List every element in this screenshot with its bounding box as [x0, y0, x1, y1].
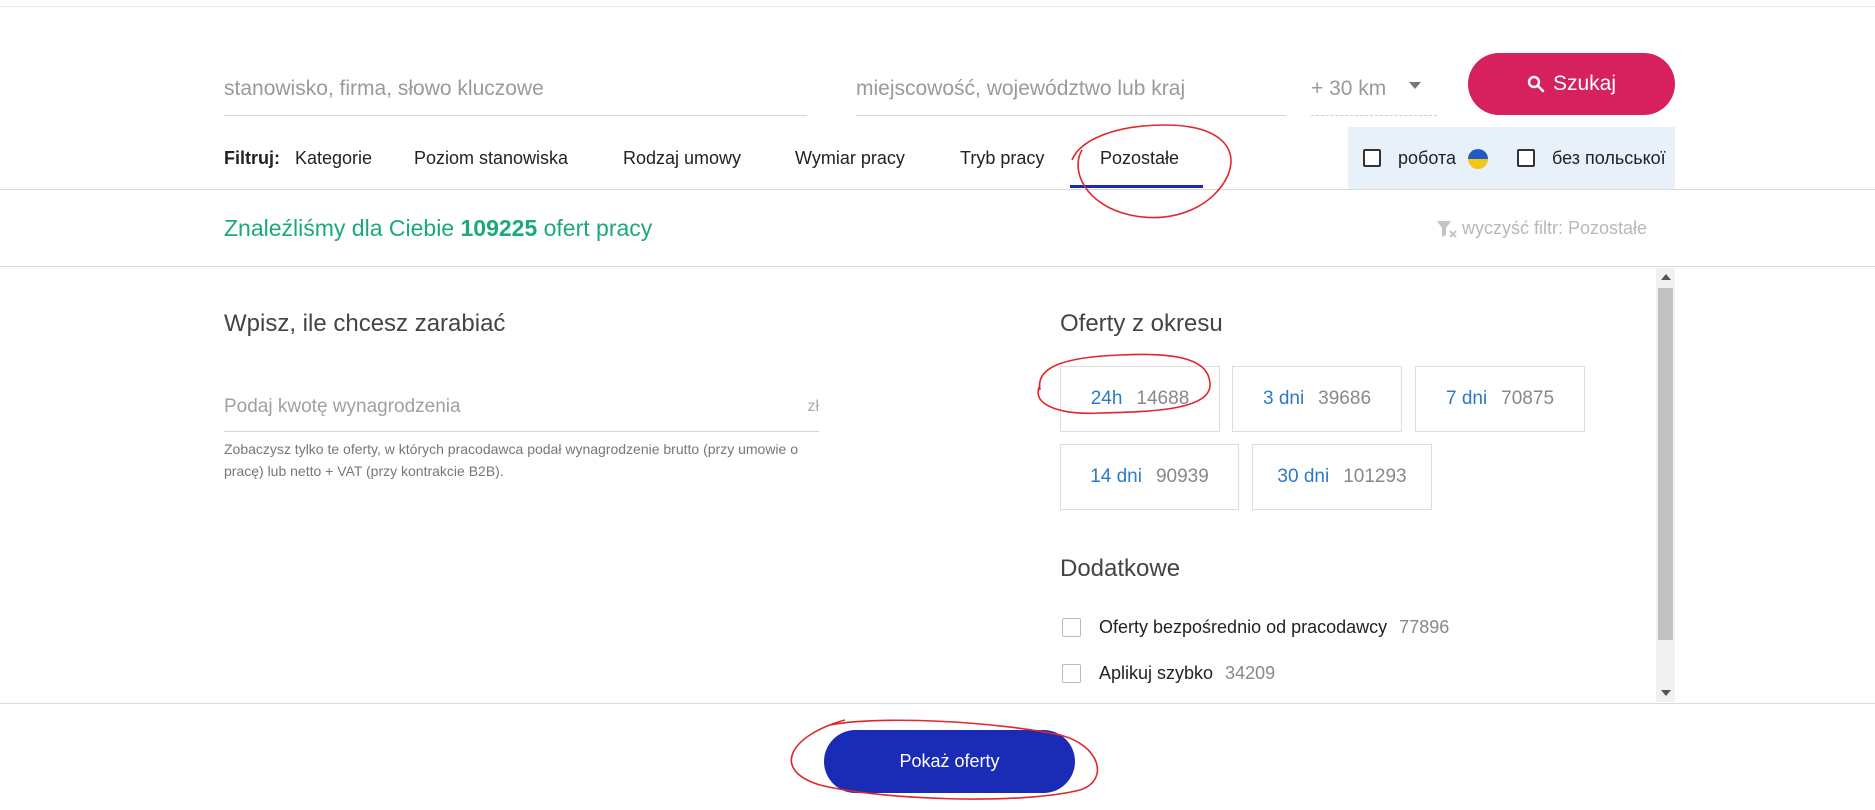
extra-option-count: 34209: [1225, 663, 1276, 683]
results-count-text: Znaleźliśmy dla Ciebie 109225 ofert prac…: [224, 215, 652, 242]
period-heading: Oferty z okresu: [1060, 310, 1223, 337]
period-count: 70875: [1501, 388, 1555, 409]
divider: [0, 703, 1875, 704]
show-offers-label: Pokaż oferty: [899, 751, 1000, 771]
tab-contract-type[interactable]: Rodzaj umowy: [623, 148, 741, 169]
search-icon: [1527, 75, 1545, 93]
tab-work-mode[interactable]: Tryb pracy: [960, 148, 1044, 169]
period-option-14d[interactable]: 14 dni 90939: [1060, 444, 1239, 510]
extra-option-label: Oferty bezpośrednio od pracodawcy: [1099, 617, 1388, 637]
filter-label: Filtruj:: [224, 148, 280, 168]
chevron-down-icon: [1409, 82, 1421, 89]
no-polish-label: без польської: [1552, 148, 1666, 168]
clear-filter-label: wyczyść filtr: Pozostałe: [1462, 218, 1648, 238]
tab-position-level[interactable]: Poziom stanowiska: [414, 148, 568, 169]
period-count: 101293: [1343, 466, 1407, 487]
currency-label: zł: [807, 398, 819, 415]
keyword-placeholder: stanowisko, firma, słowo kluczowe: [224, 76, 544, 100]
period-option-3d[interactable]: 3 dni 39686: [1232, 366, 1402, 432]
scroll-thumb[interactable]: [1658, 288, 1673, 640]
scroll-up-arrow-icon[interactable]: [1661, 274, 1671, 280]
filter-clear-icon: [1437, 220, 1457, 238]
annotation-circle-tab: [1071, 124, 1232, 219]
period-count: 90939: [1155, 466, 1209, 487]
ukraine-jobs-label: робота: [1398, 148, 1456, 168]
extra-heading: Dodatkowe: [1060, 555, 1181, 582]
results-prefix: Znaleźliśmy dla Ciebie: [224, 215, 455, 241]
extra-option-count: 77896: [1399, 617, 1450, 637]
active-tab-indicator: [1070, 185, 1203, 188]
distance-value: + 30 km: [1311, 76, 1387, 100]
keyword-input[interactable]: stanowisko, firma, słowo kluczowe: [224, 62, 807, 116]
period-count: 14688: [1136, 388, 1190, 409]
ukraine-flag-icon: [1468, 149, 1488, 169]
show-offers-button[interactable]: Pokaż oferty: [824, 730, 1075, 793]
period-label: 24h: [1090, 388, 1123, 409]
period-option-7d[interactable]: 7 dni 70875: [1415, 366, 1585, 432]
salary-note: Zobaczysz tylko te oferty, w których pra…: [224, 441, 798, 479]
top-divider: [0, 6, 1875, 7]
ukraine-filter-box: робота без польської: [1348, 127, 1675, 189]
search-button[interactable]: Szukaj: [1468, 53, 1675, 115]
salary-heading: Wpisz, ile chcesz zarabiać: [224, 310, 506, 337]
location-input[interactable]: miejscowość, województwo lub kraj: [856, 62, 1286, 116]
divider: [0, 189, 1875, 190]
distance-select[interactable]: + 30 km: [1311, 62, 1437, 116]
salary-input[interactable]: Podaj kwotę wynagrodzenia zł: [224, 388, 819, 432]
checkbox[interactable]: [1062, 618, 1081, 637]
scroll-down-arrow-icon[interactable]: [1661, 690, 1671, 696]
location-placeholder: miejscowość, województwo lub kraj: [856, 76, 1186, 100]
results-suffix: ofert pracy: [543, 215, 653, 241]
salary-placeholder: Podaj kwotę wynagrodzenia: [224, 396, 461, 417]
no-polish-checkbox[interactable]: [1517, 149, 1535, 167]
extra-option-label: Aplikuj szybko: [1099, 663, 1214, 683]
results-count: 109225: [460, 215, 538, 241]
period-option-24h[interactable]: 24h 14688: [1060, 366, 1220, 432]
tab-work-time[interactable]: Wymiar pracy: [795, 148, 905, 169]
clear-filter-link[interactable]: wyczyść filtr: Pozostałe: [1436, 218, 1647, 239]
extra-option-direct-employer[interactable]: Oferty bezpośrednio od pracodawcy 77896: [1062, 617, 1449, 638]
divider: [0, 266, 1875, 267]
period-label: 3 dni: [1262, 388, 1305, 409]
panel-scrollbar[interactable]: [1656, 268, 1675, 702]
period-label: 14 dni: [1090, 466, 1142, 487]
period-label: 30 dni: [1277, 466, 1330, 487]
checkbox[interactable]: [1062, 664, 1081, 683]
tab-categories[interactable]: Kategorie: [295, 148, 372, 169]
extra-option-quick-apply[interactable]: Aplikuj szybko 34209: [1062, 663, 1275, 684]
tab-other[interactable]: Pozostałe: [1100, 148, 1179, 169]
period-count: 39686: [1318, 388, 1372, 409]
search-button-label: Szukaj: [1552, 72, 1617, 95]
period-label: 7 dni: [1445, 388, 1488, 409]
ukraine-jobs-checkbox[interactable]: [1363, 149, 1381, 167]
period-option-30d[interactable]: 30 dni 101293: [1252, 444, 1432, 510]
